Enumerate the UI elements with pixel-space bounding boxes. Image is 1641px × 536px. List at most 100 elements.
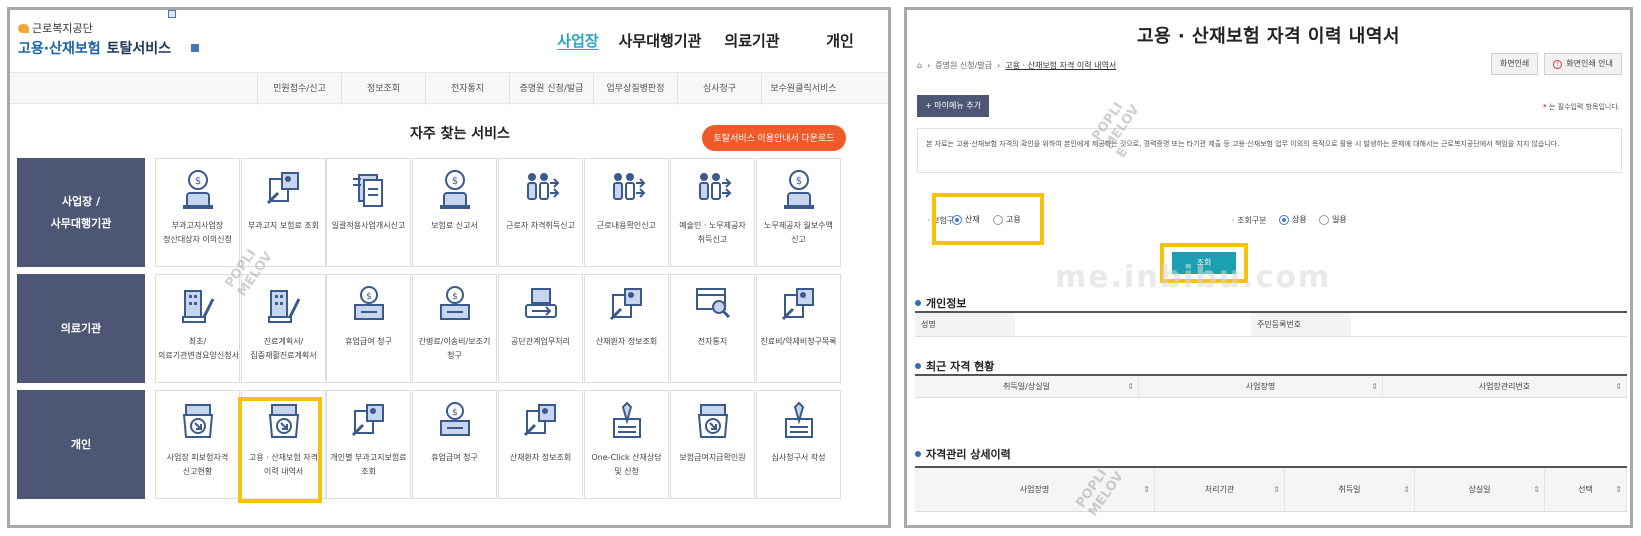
- add-my-menu-button[interactable]: + 마이메뉴 추가: [917, 95, 989, 117]
- nav-agency[interactable]: 사무대행기관: [608, 30, 712, 51]
- print-guide-button[interactable]: ! 화면인쇄 안내: [1544, 53, 1622, 75]
- service-card[interactable]: $ 휴업급여 청구: [326, 274, 411, 383]
- service-card[interactable]: 전자통지: [670, 274, 755, 383]
- service-card-label: 일괄적용사업개시신고: [331, 221, 406, 230]
- portal-header: 근로복지공단 고용·산재보험 토탈서비스 사업장 사무대행기관 의료기관 개인: [10, 10, 888, 72]
- service-card[interactable]: 산재환자 정보조회: [498, 390, 583, 499]
- subnav-item[interactable]: 전자통지: [425, 73, 509, 105]
- recent-status-table: 취득일/상실일 ⇕ 사업장명 ⇕ 사업장관리번호 ⇕: [915, 374, 1627, 432]
- svg-text:$: $: [194, 176, 200, 187]
- sort-icon[interactable]: ⇕: [1615, 376, 1622, 398]
- subnav-item[interactable]: 증명원 신청/발급: [509, 73, 593, 105]
- detail-history-table: 사업장명 ⇕ 처리기관 ⇕ 취득일 ⇕ 상실일 ⇕ 선택 ⇕: [915, 466, 1627, 512]
- subnav-item[interactable]: 민원접수/신고: [257, 73, 341, 105]
- service-card-label: 간병료/이송비/보조기 청구: [418, 337, 491, 360]
- site-logo[interactable]: 근로복지공단 고용·산재보험 토탈서비스: [18, 20, 200, 58]
- service-card-label: 휴업급여 청구: [345, 337, 392, 346]
- radio-regular[interactable]: 상용: [1279, 214, 1307, 225]
- column-header[interactable]: 취득일/상실일 ⇕: [915, 376, 1139, 397]
- sort-icon[interactable]: ⇕: [1533, 468, 1540, 512]
- column-header[interactable]: 상실일 ⇕: [1415, 468, 1545, 511]
- service-card[interactable]: 근로내용확인신고: [584, 158, 669, 267]
- service-card[interactable]: 진료비/약제비청구목록: [756, 274, 841, 383]
- name-label: 성명: [915, 313, 1015, 336]
- service-card-label: 진료계획서/집중재활진료계획서: [250, 337, 317, 360]
- service-card[interactable]: 공단관계업무처리: [498, 274, 583, 383]
- coin-person-icon: $: [413, 169, 496, 213]
- tray-arrow-icon: [671, 401, 754, 445]
- service-card-label: 전자통지: [697, 337, 728, 346]
- sort-icon[interactable]: ⇕: [1403, 468, 1410, 512]
- service-card[interactable]: 부과고지 보험료 조회: [241, 158, 326, 267]
- column-header[interactable]: 사업장명 ⇕: [1139, 376, 1383, 397]
- service-card[interactable]: 예술인 · 노무제공자 취득신고: [670, 158, 755, 267]
- service-card-label: 근로내용확인신고: [597, 221, 656, 230]
- sort-icon[interactable]: ⇕: [1127, 376, 1134, 398]
- guide-download-button[interactable]: 토탈서비스 이용안내서 다운로드: [702, 125, 846, 151]
- service-card-label: 산재환자 정보조회: [509, 453, 572, 462]
- service-card-label: 공단관계업무처리: [511, 337, 570, 346]
- column-header[interactable]: 취득일 ⇕: [1285, 468, 1415, 511]
- info-icon: !: [1553, 59, 1563, 69]
- service-card[interactable]: $ 보험료 신고서: [412, 158, 497, 267]
- service-card-label: 부과고지사업장 정산대상자 이의신청: [163, 221, 232, 244]
- column-header[interactable]: 처리기관 ⇕: [1155, 468, 1285, 511]
- logo-service-name: 고용·산재보험: [18, 41, 101, 57]
- table-body: [915, 398, 1627, 432]
- service-card-label: 휴업급여 청구: [431, 453, 478, 462]
- hospital-exchange-icon: [499, 285, 582, 329]
- nav-personal[interactable]: 개인: [792, 30, 888, 51]
- service-card[interactable]: 사업장 피보험자격 신고현황: [155, 390, 240, 499]
- service-card[interactable]: 보험급여지급확인원: [670, 390, 755, 499]
- sort-icon[interactable]: ⇕: [1371, 376, 1378, 398]
- resident-number-label: 주민등록번호: [1251, 313, 1351, 336]
- sort-icon[interactable]: ⇕: [1273, 468, 1280, 512]
- sort-icon[interactable]: ⇕: [1143, 468, 1150, 512]
- page-title: 고용 · 산재보험 자격 이력 내역서: [1137, 26, 1400, 47]
- category-label: 개인: [17, 390, 145, 499]
- column-header[interactable]: 사업장명 ⇕: [915, 468, 1155, 511]
- logo-mark-icon: [18, 23, 29, 33]
- category-label: 의료기관: [17, 274, 145, 383]
- toolbar: 화면인쇄 ! 화면인쇄 안내: [1490, 53, 1622, 75]
- subnav-item[interactable]: 업무상질병판정: [593, 73, 677, 105]
- radio-daily[interactable]: 일용: [1319, 214, 1347, 225]
- breadcrumb-current[interactable]: 고용 · 산재보험 자격 이력 내역서: [1005, 60, 1116, 71]
- main-nav: 사업장 사무대행기관 의료기관 개인: [548, 30, 888, 51]
- bullet-icon: [915, 451, 921, 457]
- service-card[interactable]: 진료계획서/집중재활진료계획서: [241, 274, 326, 383]
- service-card[interactable]: $ 간병료/이송비/보조기 청구: [412, 274, 497, 383]
- nav-medical[interactable]: 의료기관: [712, 30, 792, 51]
- subnav-item[interactable]: 정보조회: [341, 73, 425, 105]
- money-box-icon: $: [327, 285, 410, 329]
- document-search-icon: [499, 401, 582, 445]
- service-card[interactable]: $ 노무제공자 월보수액 신고: [756, 158, 841, 267]
- service-card-label: 최초/의료기관변경요양신청서: [158, 337, 239, 360]
- column-header[interactable]: 사업장관리번호 ⇕: [1383, 376, 1627, 397]
- subnav-item[interactable]: 보수원클릭서비스: [761, 73, 845, 105]
- service-card[interactable]: $ 부과고지사업장 정산대상자 이의신청: [155, 158, 240, 267]
- service-card[interactable]: 최초/의료기관변경요양신청서: [155, 274, 240, 383]
- service-card[interactable]: $ 휴업급여 청구: [412, 390, 497, 499]
- service-card-label: 진료비/약제비청구목록: [760, 337, 837, 346]
- service-card[interactable]: 심사청구서 작성: [756, 390, 841, 499]
- breadcrumb-item[interactable]: 증명원 신청/발급: [935, 60, 992, 71]
- service-card[interactable]: 근로자 자격취득신고: [498, 158, 583, 267]
- service-card-label: 노무제공자 월보수액 신고: [764, 221, 833, 244]
- document-search-icon: [585, 285, 668, 329]
- service-card[interactable]: One-Click 산재상담 및 신청: [584, 390, 669, 499]
- personal-info-table: 성명 주민등록번호: [915, 311, 1627, 337]
- svg-text:$: $: [452, 408, 458, 418]
- service-card[interactable]: 일괄적용사업개시신고: [326, 158, 411, 267]
- service-card[interactable]: 개인별 부과고지보험료 조회: [326, 390, 411, 499]
- subnav-item[interactable]: 심사청구: [677, 73, 761, 105]
- service-card[interactable]: 산재환자 정보조회: [584, 274, 669, 383]
- column-header[interactable]: 선택 ⇕: [1545, 468, 1627, 511]
- logo-service-suffix: 토탈서비스: [106, 41, 172, 57]
- print-button[interactable]: 화면인쇄: [1490, 53, 1539, 75]
- pen-document-icon: [585, 401, 668, 445]
- category-label: 사업장 / 사무대행기관: [17, 158, 145, 267]
- sort-icon[interactable]: ⇕: [1615, 468, 1622, 512]
- nav-workplace[interactable]: 사업장: [548, 30, 608, 51]
- home-icon[interactable]: ⌂: [917, 61, 922, 70]
